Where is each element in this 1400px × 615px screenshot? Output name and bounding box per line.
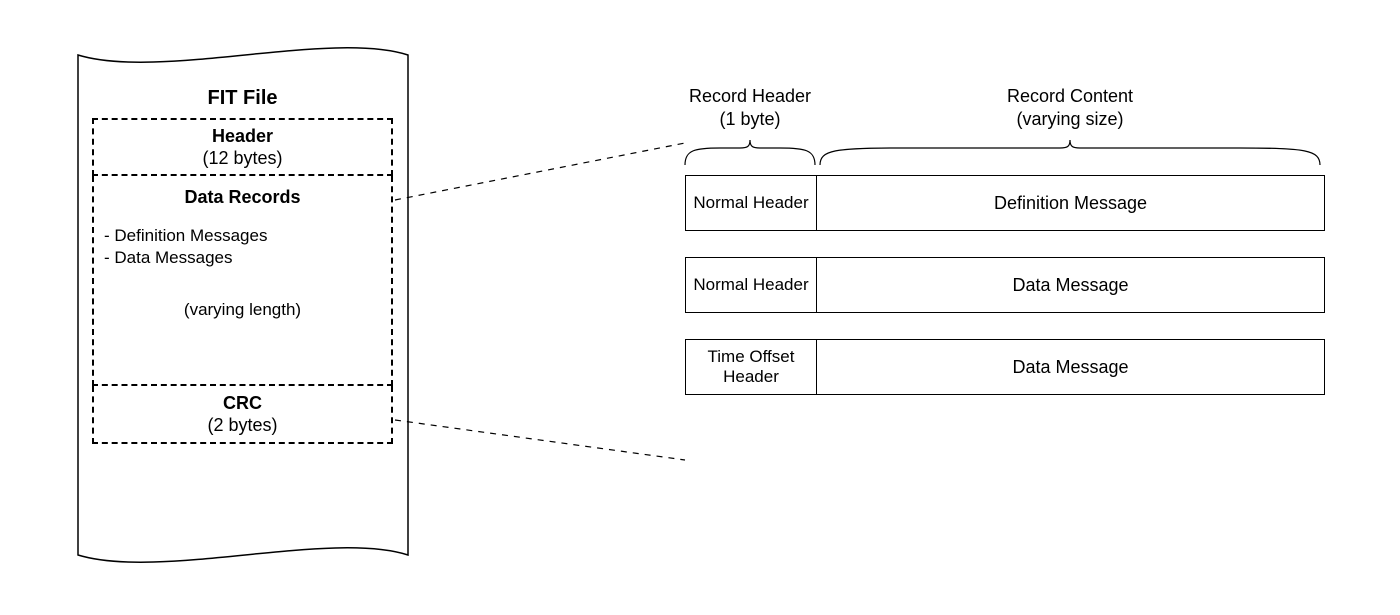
fit-file-title: FIT File	[75, 87, 410, 110]
crc-size: (2 bytes)	[102, 414, 383, 437]
fit-file-header-box: Header (12 bytes)	[92, 118, 393, 176]
record-row: Normal Header Data Message	[685, 257, 1325, 313]
data-records-item: - Definition Messages	[102, 225, 383, 247]
record-row-content: Definition Message	[817, 176, 1324, 230]
record-header-label: Record Header (1 byte)	[685, 85, 815, 130]
fit-file-crc-box: CRC (2 bytes)	[92, 386, 393, 444]
record-header-title: Record Header	[689, 86, 811, 106]
record-row-header: Normal Header	[686, 258, 817, 312]
record-row-header: Time Offset Header	[686, 340, 817, 394]
record-row-content: Data Message	[817, 340, 1324, 394]
header-size: (12 bytes)	[102, 147, 383, 170]
record-row-header: Normal Header	[686, 176, 817, 230]
record-content-sub: (varying size)	[820, 108, 1320, 131]
header-title: Header	[102, 125, 383, 148]
fit-file-data-records-box: Data Records - Definition Messages - Dat…	[92, 176, 393, 386]
data-records-item: - Data Messages	[102, 247, 383, 269]
record-row: Normal Header Definition Message	[685, 175, 1325, 231]
brace-record-content	[820, 140, 1320, 165]
connector-bottom	[395, 420, 685, 460]
record-content-title: Record Content	[1007, 86, 1133, 106]
record-rows: Normal Header Definition Message Normal …	[685, 175, 1325, 421]
record-row-content: Data Message	[817, 258, 1324, 312]
record-header-sub: (1 byte)	[685, 108, 815, 131]
crc-title: CRC	[102, 392, 383, 415]
data-records-note: (varying length)	[102, 299, 383, 321]
connector-top	[395, 143, 685, 200]
fit-file-panel: FIT File Header (12 bytes) Data Records …	[75, 75, 410, 444]
record-row: Time Offset Header Data Message	[685, 339, 1325, 395]
data-records-title: Data Records	[102, 186, 383, 209]
brace-record-header	[685, 140, 815, 165]
record-content-label: Record Content (varying size)	[820, 85, 1320, 130]
